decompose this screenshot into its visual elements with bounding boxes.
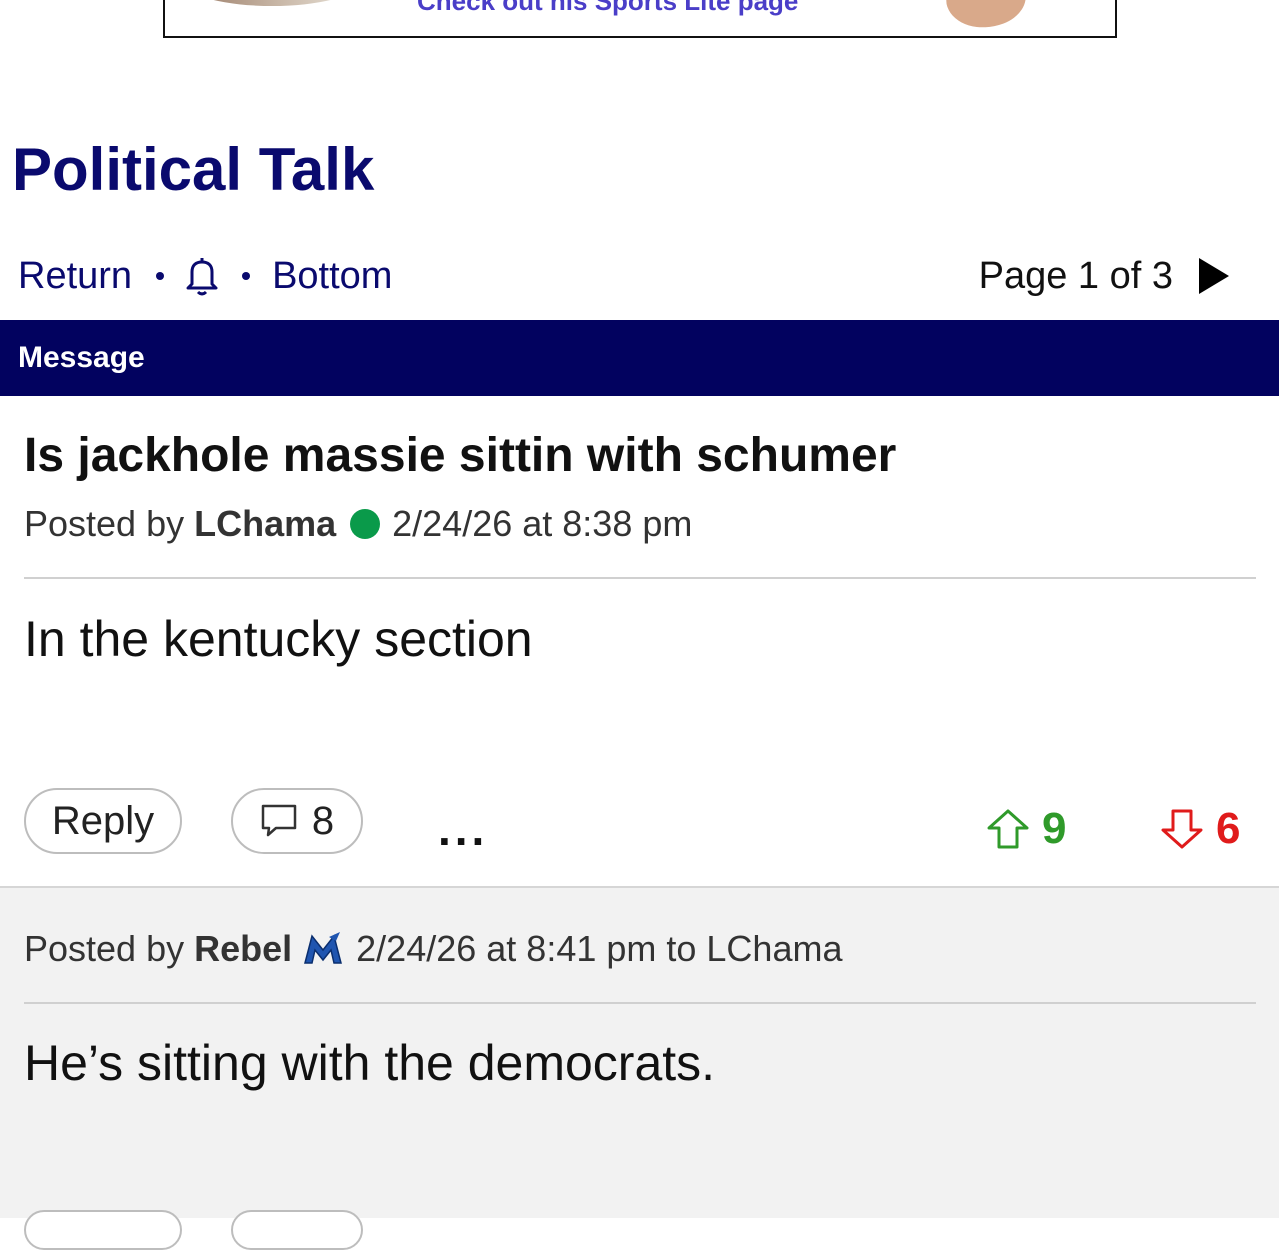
reply-count-button[interactable]: 8 bbox=[231, 788, 363, 854]
bottom-link[interactable]: Bottom bbox=[272, 257, 392, 295]
upvote-count: 9 bbox=[1042, 804, 1067, 853]
downvote-count: 6 bbox=[1216, 804, 1241, 853]
downvote-button[interactable]: 6 bbox=[1160, 804, 1240, 854]
message-header-bar: Message bbox=[0, 320, 1279, 396]
divider bbox=[24, 1002, 1256, 1004]
thumbs-up-arrow-icon bbox=[987, 809, 1029, 849]
online-status-icon bbox=[350, 509, 381, 539]
reply-button[interactable] bbox=[24, 1210, 182, 1250]
down-arrow-icon bbox=[1161, 809, 1203, 849]
reply-timestamp: 2/24/26 at 8:41 pm to bbox=[356, 928, 697, 969]
posted-by-label: Posted by bbox=[24, 503, 185, 544]
post-title: Is jackhole massie sittin with schumer bbox=[24, 429, 897, 482]
reply-body: He’s sitting with the democrats. bbox=[24, 1035, 716, 1091]
post-timestamp: 2/24/26 at 8:38 pm bbox=[392, 503, 693, 544]
return-link[interactable]: Return bbox=[18, 257, 132, 295]
ad-banner[interactable]: Check out his Sports Lite page bbox=[163, 0, 1117, 38]
page-indicator: Page 1 of 3 bbox=[979, 252, 1231, 300]
next-page-arrow-icon[interactable] bbox=[1197, 256, 1231, 296]
comment-icon bbox=[261, 804, 297, 837]
post-author[interactable]: LChama bbox=[194, 503, 336, 545]
reply-to-user[interactable]: LChama bbox=[706, 928, 842, 970]
ad-image-left bbox=[187, 0, 357, 6]
nav-separator bbox=[156, 272, 165, 280]
reply-author[interactable]: Rebel bbox=[194, 928, 292, 970]
ad-text[interactable]: Check out his Sports Lite page bbox=[417, 0, 798, 14]
reply-button-label: Reply bbox=[51, 798, 155, 843]
posted-by-label: Posted by bbox=[24, 928, 185, 969]
reply-count: 8 bbox=[311, 798, 335, 843]
team-logo-icon bbox=[304, 932, 343, 964]
post-body: In the kentucky section bbox=[24, 611, 533, 667]
bell-icon[interactable] bbox=[184, 254, 220, 298]
more-options-button[interactable]: ... bbox=[438, 806, 488, 852]
post-meta: Posted by LChama 2/24/26 at 8:38 pm bbox=[24, 503, 692, 545]
thread-nav: Return Bottom bbox=[18, 252, 392, 300]
reply-button[interactable]: Reply bbox=[24, 788, 182, 854]
board-title[interactable]: Political Talk bbox=[12, 140, 374, 200]
reply-meta: Posted by Rebel 2/24/26 at 8:41 pm to LC… bbox=[24, 928, 842, 970]
page-label: Page 1 of 3 bbox=[978, 254, 1173, 297]
nav-separator bbox=[242, 272, 251, 280]
ad-image-right bbox=[939, 0, 1033, 36]
divider bbox=[24, 577, 1256, 579]
upvote-button[interactable]: 9 bbox=[986, 804, 1066, 854]
reply-count-button[interactable] bbox=[231, 1210, 363, 1250]
